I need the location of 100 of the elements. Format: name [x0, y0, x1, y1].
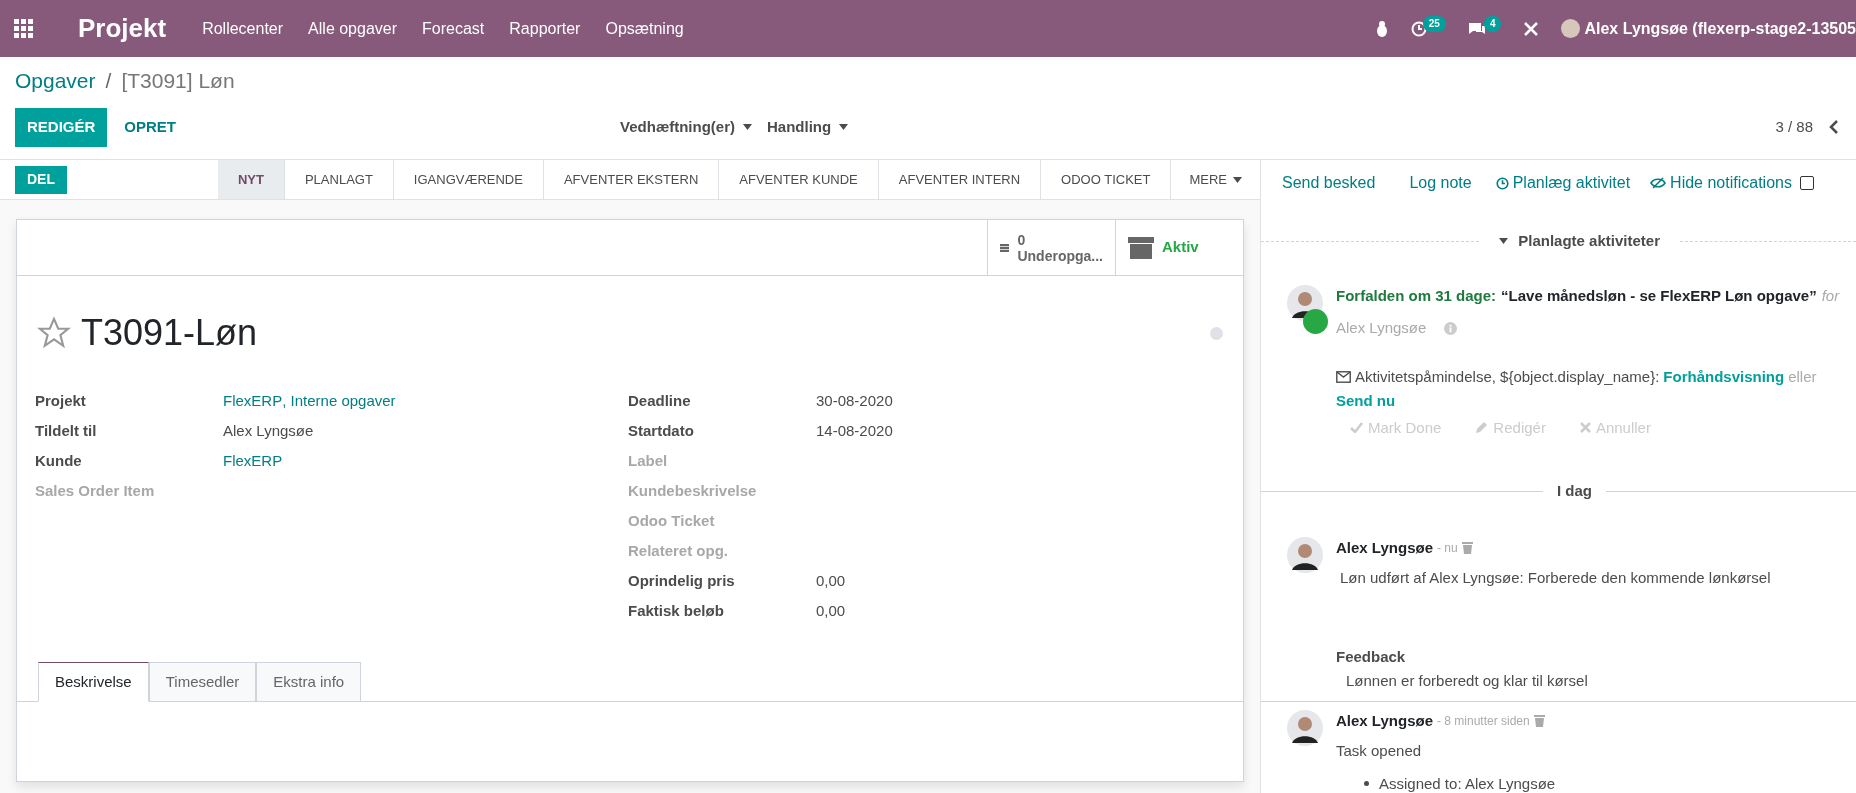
menu-item[interactable]: Rollecenter: [202, 16, 284, 41]
field-label: Relateret opg.: [628, 540, 730, 561]
archive-button[interactable]: Aktiv: [1115, 220, 1243, 275]
create-button[interactable]: OPRET: [107, 107, 194, 147]
hidden-eye-icon: [1650, 177, 1667, 189]
message-time: - 8 minutter siden: [1437, 712, 1530, 730]
field-label: Sales Order Item: [35, 480, 156, 501]
stage-button[interactable]: PLANLAGT: [284, 160, 394, 199]
menu-item[interactable]: Alle opgaver: [308, 16, 398, 41]
bullet-icon: [1364, 781, 1369, 787]
feedback-text: Lønnen er forberedt og klar til kørsel: [1346, 671, 1589, 691]
or-label: eller: [1788, 366, 1817, 387]
caret-icon: [1499, 238, 1509, 245]
task-title: T3091-Løn: [81, 311, 258, 355]
field-label: Kunde: [35, 450, 83, 471]
stage-button[interactable]: ODOO TICKET: [1041, 160, 1172, 199]
activity-summary: “Lave månedsløn - se FlexERP Løn opgave”: [1501, 285, 1817, 306]
bullet-text: Assigned to: Alex Lyngsøe: [1379, 773, 1556, 793]
activity-user: Alex Lyngsøe: [1336, 318, 1427, 338]
hide-notifications-checkbox[interactable]: [1799, 176, 1814, 190]
field-label: Tildelt til: [35, 420, 98, 441]
close-icon: [1579, 422, 1591, 434]
field-label: Oprindelig pris: [628, 570, 736, 591]
date-separator: I dag: [1556, 481, 1593, 501]
menu-item[interactable]: Rapporter: [509, 16, 581, 41]
clock-icon: [1495, 176, 1509, 190]
chat-icon[interactable]: [1467, 20, 1486, 37]
stage-button[interactable]: NYT: [217, 160, 285, 199]
log-note-button[interactable]: Log note: [1409, 171, 1472, 195]
message-author: Alex Lyngsøe: [1336, 537, 1433, 558]
check-icon: [1350, 422, 1363, 434]
menu-item[interactable]: Forecast: [422, 16, 485, 41]
send-now-link[interactable]: Send nu: [1336, 390, 1856, 413]
clock-icon[interactable]: [1410, 20, 1427, 37]
archive-label: Aktiv: [1162, 237, 1199, 258]
envelope-icon: [1336, 370, 1351, 383]
field-label: Kundebeskrivelse: [628, 480, 758, 501]
user-avatar[interactable]: [1561, 19, 1581, 38]
field-value: 30-08-2020: [816, 390, 893, 411]
star-icon[interactable]: [37, 316, 71, 350]
notebook-tab[interactable]: Ekstra info: [256, 662, 362, 702]
message-time: - nu: [1437, 539, 1458, 557]
menu-item[interactable]: Opsætning: [605, 16, 684, 41]
field-value: 0,00: [816, 570, 846, 591]
field-label: Startdato: [628, 420, 695, 441]
breadcrumb-current: [T3091] Løn: [121, 68, 235, 94]
apps-menu-icon[interactable]: [14, 18, 34, 39]
preview-link[interactable]: Forhåndsvisning: [1663, 365, 1785, 388]
stage-button[interactable]: IGANGVÆRENDE: [393, 160, 544, 199]
send-message-button[interactable]: Send besked: [1282, 171, 1376, 195]
notebook-tab[interactable]: Beskrivelse: [38, 662, 149, 702]
app-name: Projekt: [78, 12, 167, 45]
activity-count-badge: 25: [1422, 15, 1446, 32]
user-name[interactable]: Alex Lyngsøe (flexerp-stage2-13505: [1584, 16, 1856, 41]
stage-button[interactable]: AFVENTER KUNDE: [719, 160, 879, 199]
subtasks-label: 0 Underopga...: [1017, 231, 1103, 264]
for-label: for: [1821, 285, 1840, 306]
hide-notifications-label: Hide notifications: [1670, 173, 1792, 193]
mail-template-text: Aktivitetspåmindelse, ${object.display_name}:: [1355, 366, 1660, 387]
archive-icon: [1128, 236, 1154, 259]
due-label: Forfalden om 31 dage:: [1336, 285, 1497, 306]
more-button[interactable]: MERE: [1171, 160, 1260, 199]
avatar: [1287, 709, 1323, 746]
previous-icon[interactable]: [1829, 120, 1839, 134]
tools-icon[interactable]: [1523, 20, 1540, 37]
dropdown-button[interactable]: Vedhæftning(er): [620, 115, 753, 139]
dropdown-button[interactable]: Handling: [767, 115, 849, 139]
field-label: Label: [628, 450, 669, 471]
field-link[interactable]: , Interne opgaver: [282, 389, 396, 413]
breadcrumb-link[interactable]: Opgaver: [15, 65, 96, 97]
message-body: Task opened: [1336, 741, 1423, 761]
field-label: Faktisk beløb: [628, 600, 725, 621]
share-button[interactable]: DEL: [15, 165, 67, 194]
schedule-activity-button[interactable]: Planlæg aktivitet: [1495, 171, 1631, 195]
field-link[interactable]: FlexERP: [223, 449, 283, 473]
avatar: [1287, 536, 1323, 573]
notebook-tab[interactable]: Timesedler: [148, 662, 257, 702]
subtasks-button[interactable]: 0 Underopga...: [987, 220, 1115, 275]
field-value: 14-08-2020: [816, 420, 893, 441]
field-label: Projekt: [35, 390, 87, 411]
stage-button[interactable]: AFVENTER EKSTERN: [543, 160, 720, 199]
caret-icon: [743, 124, 753, 130]
field-label: Odoo Ticket: [628, 510, 716, 531]
breadcrumb-separator: /: [105, 68, 112, 94]
bug-icon[interactable]: [1374, 20, 1389, 37]
field-link[interactable]: FlexERP: [223, 389, 283, 413]
field-value: 0,00: [816, 600, 846, 621]
pager: 3 / 88: [1775, 116, 1813, 137]
activities-toggle[interactable]: Planlagte aktiviteter: [1479, 230, 1680, 253]
message-count-badge: 4: [1483, 15, 1502, 32]
field-value: Alex Lyngsøe: [223, 420, 314, 441]
caret-icon: [839, 124, 849, 130]
message-body: Løn udført af Alex Lyngsøe: Forberede den kommende lønkørsel: [1340, 568, 1771, 588]
edit-button[interactable]: REDIGÉR: [15, 107, 108, 147]
pencil-icon: [1475, 421, 1489, 435]
field-label: Deadline: [628, 390, 692, 411]
stage-button[interactable]: AFVENTER INTERN: [878, 160, 1042, 199]
message-author: Alex Lyngsøe: [1336, 710, 1433, 731]
feedback-title: Feedback: [1336, 646, 1407, 667]
caret-icon: [1233, 176, 1242, 183]
